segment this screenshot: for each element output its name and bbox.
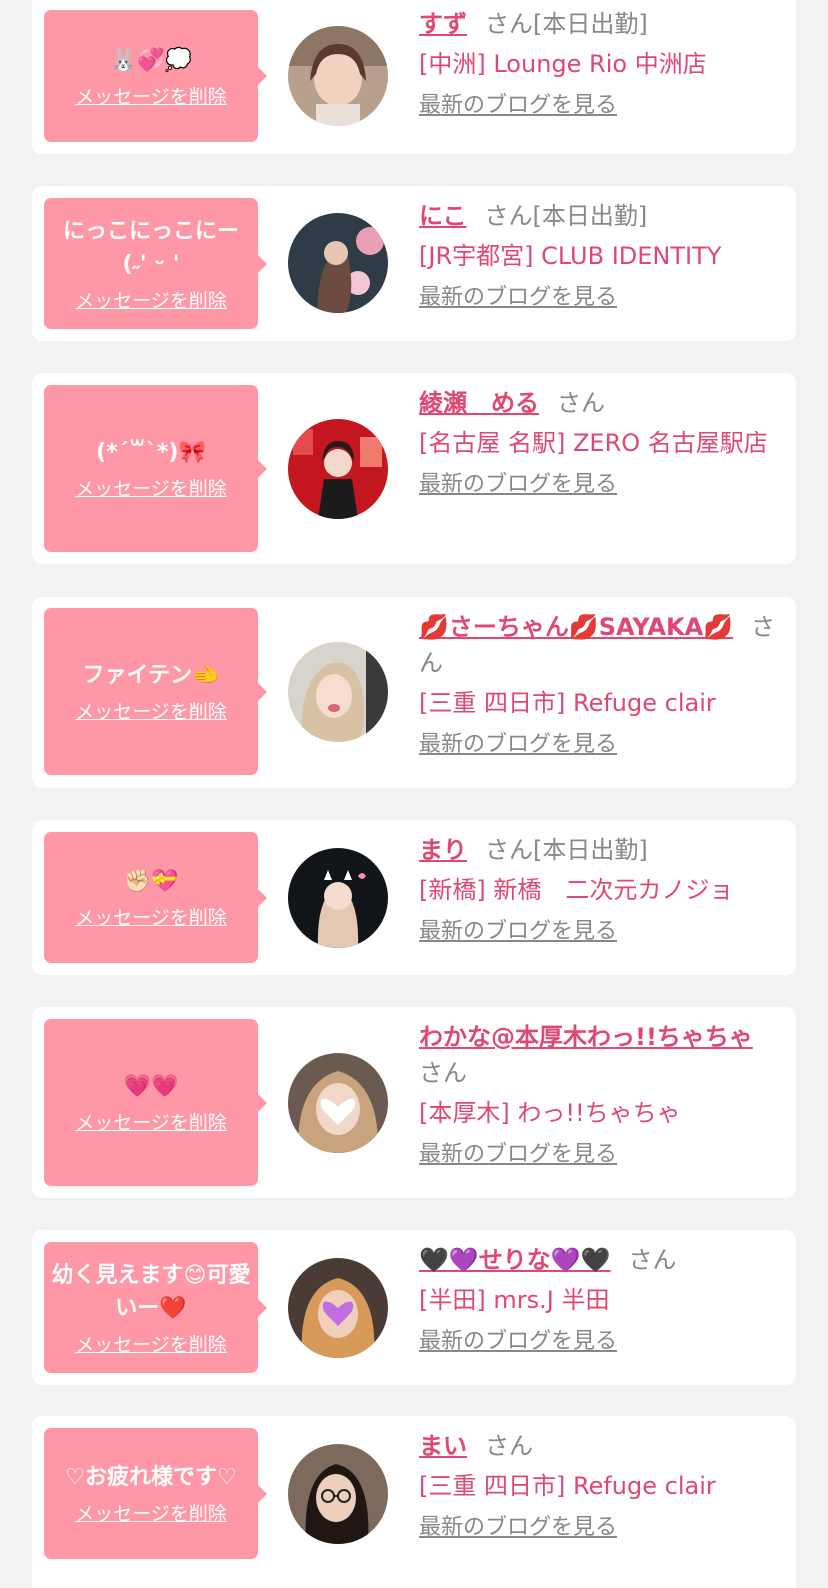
name-suffix: さん — [419, 1059, 467, 1087]
delete-message-link[interactable]: メッセージを削除 — [75, 289, 227, 313]
latest-blog-link[interactable]: 最新のブログを見る — [419, 1327, 617, 1357]
message-text: にっこにっこにー (˶' ᵕ ' — [62, 218, 239, 277]
name-suffix: さん[本日出勤] — [484, 202, 648, 230]
name-suffix: さん — [485, 1432, 533, 1460]
name-line: にこ さん[本日出勤] — [419, 198, 777, 234]
message-card: (*´꒳`*)🎀 メッセージを削除 綾瀬 める さん [名古屋 名駅] ZERO … — [32, 373, 796, 564]
message-card: ♡お疲れ様です♡ メッセージを削除 まい さん [三重 四日市] Refuge c… — [32, 1416, 796, 1588]
cast-name-link[interactable]: わかな@本厚木わっ!!ちゃちゃ — [419, 1023, 753, 1051]
message-card: ✊🏻💝 メッセージを削除 まり さん[本日出勤] [新橋] 新橋 二次元カノジョ … — [32, 820, 796, 975]
shop-name: [名古屋 名駅] ZERO 名古屋駅店 — [419, 429, 768, 457]
cast-info: にこ さん[本日出勤] [JR宇都宮] CLUB IDENTITY 最新のブログを… — [419, 198, 777, 313]
delete-message-link[interactable]: メッセージを削除 — [75, 906, 227, 930]
cast-name-link[interactable]: 綾瀬 める — [419, 389, 539, 417]
message-card: 幼く見えます😊可愛いー❤️ メッセージを削除 🖤💜せりな💜🖤 さん [半田] mr… — [32, 1230, 796, 1385]
shop-name: [新橋] 新橋 二次元カノジョ — [419, 876, 734, 904]
latest-blog-link[interactable]: 最新のブログを見る — [419, 91, 617, 121]
message-text: 💗💗 — [123, 1074, 179, 1099]
message-text: ✊🏻💝 — [123, 869, 179, 894]
latest-blog-link[interactable]: 最新のブログを見る — [419, 730, 617, 760]
shop-name: [本厚木] わっ!!ちゃちゃ — [419, 1099, 681, 1127]
latest-blog-link[interactable]: 最新のブログを見る — [419, 470, 617, 500]
message-list: 🐰💞💭 メッセージを削除 すず さん[本日出勤] [中洲] Lounge Rio … — [0, 0, 828, 1588]
shop-name: [JR宇都宮] CLUB IDENTITY — [419, 242, 722, 270]
name-line: すず さん[本日出勤] — [419, 6, 777, 42]
cast-name-link[interactable]: まい — [419, 1432, 467, 1460]
name-line: 綾瀬 める さん — [419, 385, 777, 421]
message-bubble: 💗💗 メッセージを削除 — [44, 1019, 267, 1186]
cast-info: まり さん[本日出勤] [新橋] 新橋 二次元カノジョ 最新のブログを見る — [419, 832, 777, 947]
message-bubble: 幼く見えます😊可愛いー❤️ メッセージを削除 — [44, 1242, 267, 1373]
avatar[interactable] — [288, 26, 388, 126]
cast-info: 🖤💜せりな💜🖤 さん [半田] mrs.J 半田 最新のブログを見る — [419, 1242, 777, 1357]
delete-message-link[interactable]: メッセージを削除 — [75, 1502, 227, 1526]
name-line: まい さん — [419, 1428, 777, 1464]
name-suffix: さん — [557, 389, 605, 417]
name-line: 🖤💜せりな💜🖤 さん — [419, 1242, 777, 1278]
message-card: ファイテン🫲 メッセージを削除 💋さーちゃん💋SAYAKA💋 さん [三重 四日市… — [32, 597, 796, 788]
name-line: まり さん[本日出勤] — [419, 832, 777, 868]
shop-name: [三重 四日市] Refuge clair — [419, 689, 716, 717]
message-bubble: (*´꒳`*)🎀 メッセージを削除 — [44, 385, 267, 552]
message-card: 💗💗 メッセージを削除 わかな@本厚木わっ!!ちゃちゃさん [本厚木] わっ!!… — [32, 1007, 796, 1198]
shop-name: [三重 四日市] Refuge clair — [419, 1472, 716, 1500]
cast-name-link[interactable]: すず — [419, 10, 467, 38]
avatar[interactable] — [288, 1444, 388, 1544]
name-line: わかな@本厚木わっ!!ちゃちゃさん — [419, 1019, 777, 1091]
cast-name-link[interactable]: 💋さーちゃん💋SAYAKA💋 — [419, 613, 733, 641]
delete-message-link[interactable]: メッセージを削除 — [75, 700, 227, 724]
cast-info: 💋さーちゃん💋SAYAKA💋 さん [三重 四日市] Refuge clair 最… — [419, 609, 777, 760]
message-bubble: 🐰💞💭 メッセージを削除 — [44, 10, 267, 142]
message-bubble: ファイテン🫲 メッセージを削除 — [44, 608, 267, 775]
cast-name-link[interactable]: にこ — [419, 202, 467, 230]
name-suffix: さん[本日出勤] — [485, 10, 648, 38]
cast-info: わかな@本厚木わっ!!ちゃちゃさん [本厚木] わっ!!ちゃちゃ 最新のブログを… — [419, 1019, 777, 1170]
cast-info: 綾瀬 める さん [名古屋 名駅] ZERO 名古屋駅店 最新のブログを見る — [419, 385, 777, 500]
message-bubble: ♡お疲れ様です♡ メッセージを削除 — [44, 1428, 267, 1559]
avatar[interactable] — [288, 642, 388, 742]
latest-blog-link[interactable]: 最新のブログを見る — [419, 917, 617, 947]
cast-info: まい さん [三重 四日市] Refuge clair 最新のブログを見る — [419, 1428, 777, 1543]
shop-name: [中洲] Lounge Rio 中洲店 — [419, 50, 707, 78]
shop-name: [半田] mrs.J 半田 — [419, 1286, 610, 1314]
message-text: ♡お疲れ様です♡ — [65, 1465, 237, 1490]
message-text: 幼く見えます😊可愛いー❤️ — [51, 1262, 251, 1321]
delete-message-link[interactable]: メッセージを削除 — [75, 1333, 227, 1357]
latest-blog-link[interactable]: 最新のブログを見る — [419, 283, 617, 313]
message-bubble: にっこにっこにー (˶' ᵕ ' メッセージを削除 — [44, 198, 267, 329]
delete-message-link[interactable]: メッセージを削除 — [75, 1111, 227, 1135]
latest-blog-link[interactable]: 最新のブログを見る — [419, 1513, 617, 1543]
avatar[interactable] — [288, 1258, 388, 1358]
cast-name-link[interactable]: 🖤💜せりな💜🖤 — [419, 1246, 611, 1274]
avatar[interactable] — [288, 213, 388, 313]
message-card: にっこにっこにー (˶' ᵕ ' メッセージを削除 にこ さん[本日出勤] [JR… — [32, 186, 796, 341]
name-line: 💋さーちゃん💋SAYAKA💋 さん — [419, 609, 777, 681]
message-text: 🐰💞💭 — [109, 47, 193, 73]
message-bubble: ✊🏻💝 メッセージを削除 — [44, 832, 267, 963]
delete-message-link[interactable]: メッセージを削除 — [75, 85, 227, 109]
avatar[interactable] — [288, 419, 388, 519]
message-card: 🐰💞💭 メッセージを削除 すず さん[本日出勤] [中洲] Lounge Rio … — [32, 0, 796, 154]
avatar[interactable] — [288, 1053, 388, 1153]
avatar[interactable] — [288, 848, 388, 948]
delete-message-link[interactable]: メッセージを削除 — [75, 477, 227, 501]
cast-name-link[interactable]: まり — [419, 836, 467, 864]
message-text: ファイテン🫲 — [82, 663, 220, 688]
cast-info: すず さん[本日出勤] [中洲] Lounge Rio 中洲店 最新のブログを見る — [419, 6, 777, 121]
latest-blog-link[interactable]: 最新のブログを見る — [419, 1140, 617, 1170]
name-suffix: さん[本日出勤] — [485, 836, 648, 864]
message-text: (*´꒳`*)🎀 — [96, 440, 206, 465]
name-suffix: さん — [628, 1246, 677, 1274]
